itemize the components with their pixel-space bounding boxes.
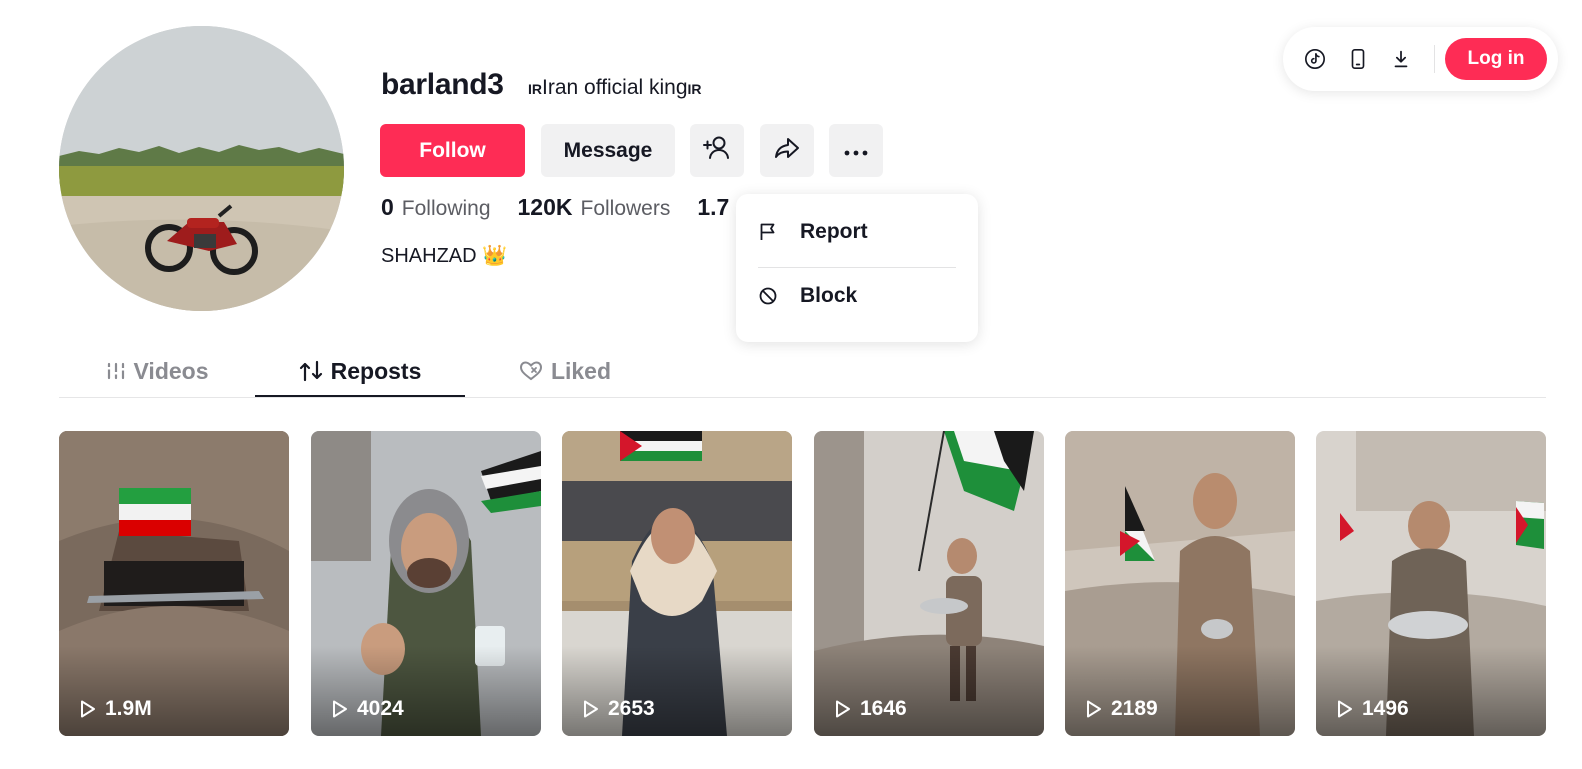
message-button[interactable]: Message — [541, 124, 675, 177]
mobile-icon[interactable] — [1346, 47, 1370, 71]
more-options-button[interactable] — [829, 124, 883, 177]
tab-label: Videos — [133, 357, 209, 384]
tab-liked[interactable]: Liked — [465, 344, 665, 398]
profile-tabs: Videos Reposts Liked — [59, 344, 1546, 398]
play-icon — [582, 699, 600, 719]
report-menu-item[interactable]: Report — [758, 220, 868, 244]
active-tab-indicator — [255, 395, 465, 397]
overlay — [562, 646, 792, 736]
view-count: 4024 — [331, 697, 404, 721]
tab-videos[interactable]: Videos — [59, 344, 255, 398]
overlay — [1316, 646, 1546, 736]
view-count-text: 2189 — [1111, 697, 1158, 720]
play-icon — [1085, 699, 1103, 719]
view-count: 2653 — [582, 697, 655, 721]
followers-count[interactable]: 120K — [518, 194, 573, 221]
overlay — [59, 646, 289, 736]
bio: SHAHZAD 👑 — [381, 245, 508, 267]
follow-button[interactable]: Follow — [380, 124, 525, 177]
view-count: 2189 — [1085, 697, 1158, 721]
tab-reposts[interactable]: Reposts — [255, 344, 465, 398]
play-icon — [1336, 699, 1354, 719]
nickname-text: Iran official king — [542, 76, 688, 99]
overlay — [814, 646, 1044, 736]
flag-icon — [758, 222, 778, 242]
add-user-icon — [702, 134, 732, 168]
view-count-text: 1496 — [1362, 697, 1409, 720]
share-icon — [773, 135, 801, 167]
avatar[interactable] — [59, 26, 344, 311]
play-icon — [834, 699, 852, 719]
divider — [1434, 45, 1435, 73]
overlay — [1065, 646, 1295, 736]
view-count: 1.9M — [79, 697, 152, 721]
video-card[interactable]: 4024 — [311, 431, 541, 736]
block-label: Block — [800, 284, 858, 307]
videos-icon — [106, 361, 126, 381]
view-count: 1646 — [834, 697, 907, 721]
nickname-suffix: IR — [687, 81, 702, 97]
following-count[interactable]: 0 — [381, 194, 394, 221]
block-menu-item[interactable]: Block — [758, 284, 857, 308]
report-label: Report — [800, 220, 868, 243]
more-options-menu: Report Block — [736, 194, 978, 342]
tab-label: Reposts — [330, 357, 422, 384]
video-card[interactable]: 2653 — [562, 431, 792, 736]
block-icon — [758, 286, 778, 306]
liked-icon — [519, 360, 543, 382]
menu-divider — [758, 267, 956, 268]
profile-stats: 0 Following 120K Followers 1.7 — [381, 194, 737, 221]
add-friend-button[interactable] — [690, 124, 744, 177]
view-count: 1496 — [1336, 697, 1409, 721]
following-label[interactable]: Following — [402, 197, 491, 221]
video-card[interactable]: 1496 — [1316, 431, 1546, 736]
followers-label[interactable]: Followers — [581, 197, 671, 221]
video-card[interactable]: 1.9M — [59, 431, 289, 736]
view-count-text: 4024 — [357, 697, 404, 720]
play-icon — [79, 699, 97, 719]
likes-count: 1.7 — [697, 194, 730, 220]
view-count-text: 2653 — [608, 697, 655, 720]
username: barland3 — [381, 68, 504, 101]
view-count-text: 1646 — [860, 697, 907, 720]
header-actions-bar: Log in — [1283, 27, 1558, 91]
play-icon — [331, 699, 349, 719]
more-icon — [843, 139, 869, 163]
repost-icon — [299, 360, 323, 382]
share-button[interactable] — [760, 124, 814, 177]
view-count-text: 1.9M — [105, 697, 152, 720]
download-icon[interactable] — [1389, 47, 1413, 71]
tab-label: Liked — [550, 357, 612, 384]
nickname: IRIran official kingIR — [528, 76, 702, 100]
tiktok-icon[interactable] — [1303, 47, 1327, 71]
nickname-prefix: IR — [528, 81, 542, 97]
overlay — [311, 646, 541, 736]
video-card[interactable]: 2189 — [1065, 431, 1295, 736]
login-button[interactable]: Log in — [1445, 38, 1547, 80]
video-card[interactable]: 1646 — [814, 431, 1044, 736]
